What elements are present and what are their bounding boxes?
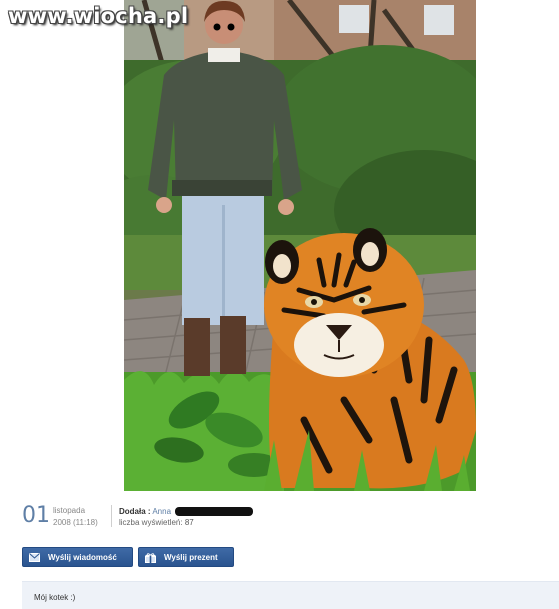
- envelope-icon: [29, 552, 40, 562]
- send-gift-label: Wyślij prezent: [164, 552, 218, 562]
- post-month: listopada: [53, 506, 86, 515]
- post-comment: Mój kotek :): [22, 581, 559, 609]
- author-name[interactable]: Anna: [152, 507, 171, 516]
- post-day: 01: [22, 503, 50, 528]
- views-label: liczba wyświetleń:: [119, 518, 183, 527]
- post-datetime: 2008 (11:18): [53, 518, 98, 527]
- send-message-button[interactable]: Wyślij wiadomość: [22, 547, 133, 567]
- views-count: 87: [184, 518, 194, 527]
- comment-text: Mój kotek :): [34, 593, 76, 602]
- redacted-surname: [175, 507, 254, 517]
- added-by-label: Dodała :: [119, 507, 151, 516]
- gift-icon: [145, 552, 156, 563]
- post-meta: Dodała : Anna liczba wyświetleń: 87: [119, 506, 254, 528]
- meta-divider: [111, 505, 112, 527]
- send-gift-button[interactable]: Wyślij prezent: [138, 547, 234, 567]
- post-photo: [124, 0, 476, 491]
- send-message-label: Wyślij wiadomość: [48, 552, 117, 562]
- site-watermark: www.wiocha.pl: [8, 4, 189, 28]
